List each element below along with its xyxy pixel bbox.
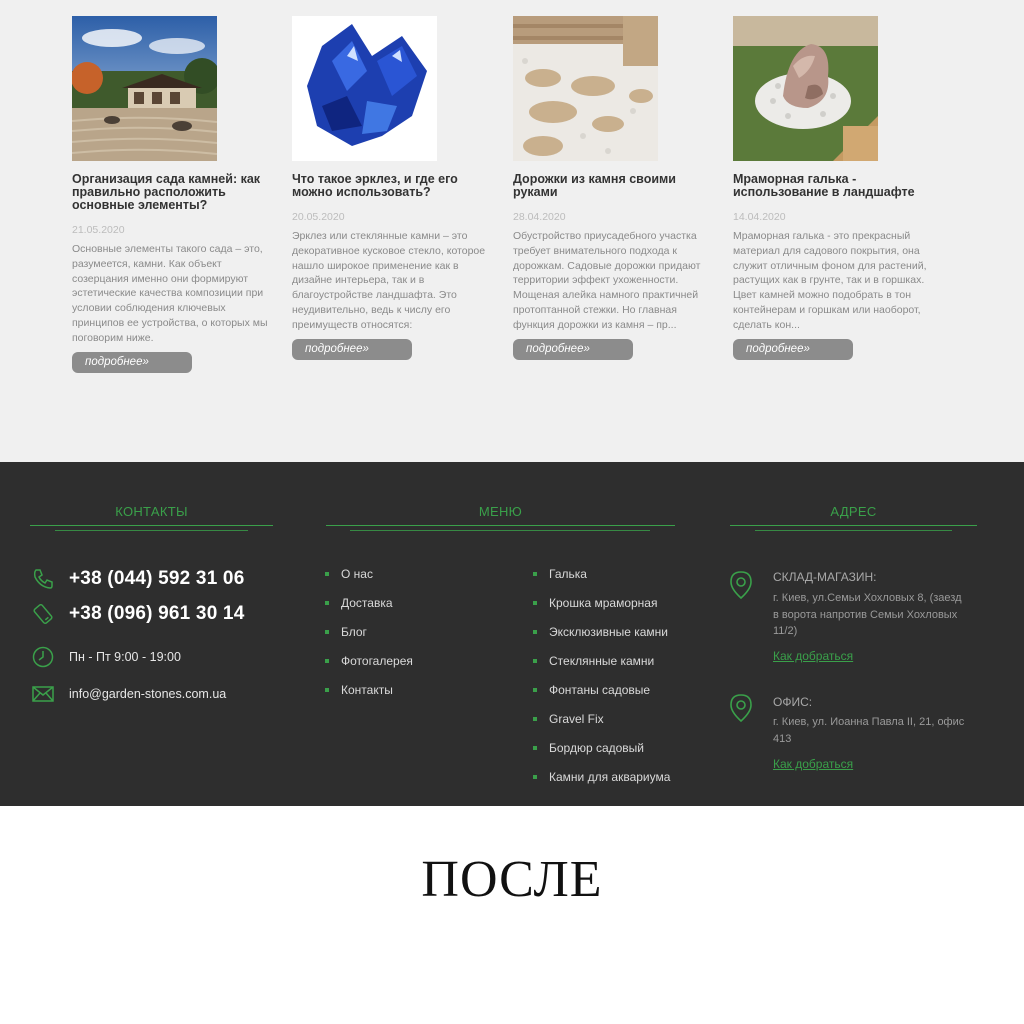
blog-card-title[interactable]: Дорожки из камня своими руками (513, 173, 713, 199)
contacts-divider (30, 525, 273, 526)
email-link[interactable]: info@garden-stones.com.ua (69, 687, 226, 701)
blog-card-excerpt: Мраморная галька - это прекрасный матери… (733, 230, 927, 331)
blog-card-date: 14.04.2020 (733, 211, 786, 223)
stone-path-image[interactable] (513, 16, 658, 161)
blog-card-title[interactable]: Мраморная галька - использование в ландш… (733, 173, 933, 199)
blog-card-date: 20.05.2020 (292, 211, 345, 223)
marble-pebble-image[interactable] (733, 16, 878, 161)
blog-card-excerpt: Основные элементы такого сада – это, раз… (72, 243, 268, 344)
office-address-line: г. Киев, ул. Иоанна Павла II, 21, офис (773, 716, 965, 728)
blog-section: Организация сада камней: как правильно р… (0, 0, 1024, 462)
contacts-heading: КОНТАКТЫ (115, 504, 188, 519)
warehouse-address-line: 11/2) (773, 625, 798, 637)
footer-menu-item[interactable]: Галька (533, 567, 587, 581)
mail-icon (30, 681, 56, 707)
blog-card-title[interactable]: Что такое эрклез, и где его можно исполь… (292, 173, 492, 199)
read-more-button[interactable]: подробнее» (733, 338, 853, 360)
footer-menu-item[interactable]: Стеклянные камни (532, 654, 654, 668)
office-address-line: 413 (773, 733, 792, 745)
footer-menu-item[interactable]: Крошка мраморная (532, 596, 657, 610)
location-pin-icon (730, 571, 752, 600)
footer-menu-item[interactable]: Доставка (325, 596, 393, 610)
footer-menu-item[interactable]: Фотогалерея (325, 654, 413, 668)
blog-card: Дорожки из камня своими руками 28.04.202… (513, 16, 713, 360)
blog-card-title[interactable]: Организация сада камней: как правильно р… (72, 173, 272, 212)
read-more-button[interactable]: подробнее» (513, 338, 633, 360)
read-more-button[interactable]: подробнее» (72, 351, 192, 373)
address-divider (730, 525, 977, 526)
blog-card-excerpt: Эрклез или стеклянные камни – это декора… (292, 230, 486, 331)
blog-card-date: 21.05.2020 (72, 224, 125, 236)
glass-stone-image[interactable] (292, 16, 437, 161)
phone-row: +38 (044) 592 31 06 (30, 566, 244, 592)
footer-menu-item[interactable]: Бордюр садовый (532, 741, 644, 755)
clock-icon (30, 644, 56, 670)
hours-row: Пн - Пт 9:00 - 19:00 (30, 644, 181, 670)
contacts-divider (55, 530, 248, 531)
blog-card: Мраморная галька - использование в ландш… (733, 16, 933, 360)
footer-menu-item[interactable]: Фонтаны садовые (532, 683, 650, 697)
office-directions-link[interactable]: Как добраться (773, 757, 853, 771)
menu-heading: МЕНЮ (478, 504, 523, 519)
footer-menu-item[interactable]: Gravel Fix (533, 712, 604, 726)
phone-icon (30, 566, 56, 592)
phone-number-2[interactable]: +38 (096) 961 30 14 (69, 603, 244, 625)
footer-menu-item[interactable]: О нас (325, 567, 373, 581)
warehouse-address-line: в ворота напротив Семьи Хохловых (773, 609, 958, 621)
working-hours: Пн - Пт 9:00 - 19:00 (69, 650, 181, 664)
location-pin-icon (730, 694, 752, 723)
footer-menu-item[interactable]: Блог (325, 625, 367, 639)
site-footer: КОНТАКТЫ +38 (044) 592 31 06 +38 (096) 9… (0, 462, 1024, 806)
warehouse-directions-link[interactable]: Как добраться (773, 649, 853, 663)
menu-divider (326, 525, 675, 526)
warehouse-address-line: г. Киев, ул.Семьи Хохловых 8, (заезд (773, 592, 962, 604)
office-label: ОФИС: (773, 695, 813, 709)
menu-divider (350, 530, 650, 531)
email-row: info@garden-stones.com.ua (30, 681, 226, 707)
footer-menu-item[interactable]: Контакты (325, 683, 393, 697)
read-more-button[interactable]: подробнее» (292, 338, 412, 360)
blog-card-excerpt: Обустройство приусадебного участка требу… (513, 230, 701, 331)
footer-menu-item[interactable]: Эксклюзивные камни (532, 625, 668, 639)
footer-menu-item[interactable]: Камни для аквариума (532, 770, 670, 784)
phone-number-1[interactable]: +38 (044) 592 31 06 (69, 568, 244, 590)
blog-card: Что такое эрклез, и где его можно исполь… (292, 16, 492, 360)
warehouse-label: СКЛАД-МАГАЗИН: (773, 570, 877, 584)
after-caption: ПОСЛЕ (421, 851, 603, 908)
mobile-icon (30, 601, 56, 627)
zen-garden-image[interactable] (72, 16, 217, 161)
phone-row: +38 (096) 961 30 14 (30, 601, 244, 627)
blog-card: Организация сада камней: как правильно р… (72, 16, 272, 373)
address-divider (755, 530, 952, 531)
address-heading: АДРЕС (830, 504, 877, 519)
blog-card-date: 28.04.2020 (513, 211, 566, 223)
